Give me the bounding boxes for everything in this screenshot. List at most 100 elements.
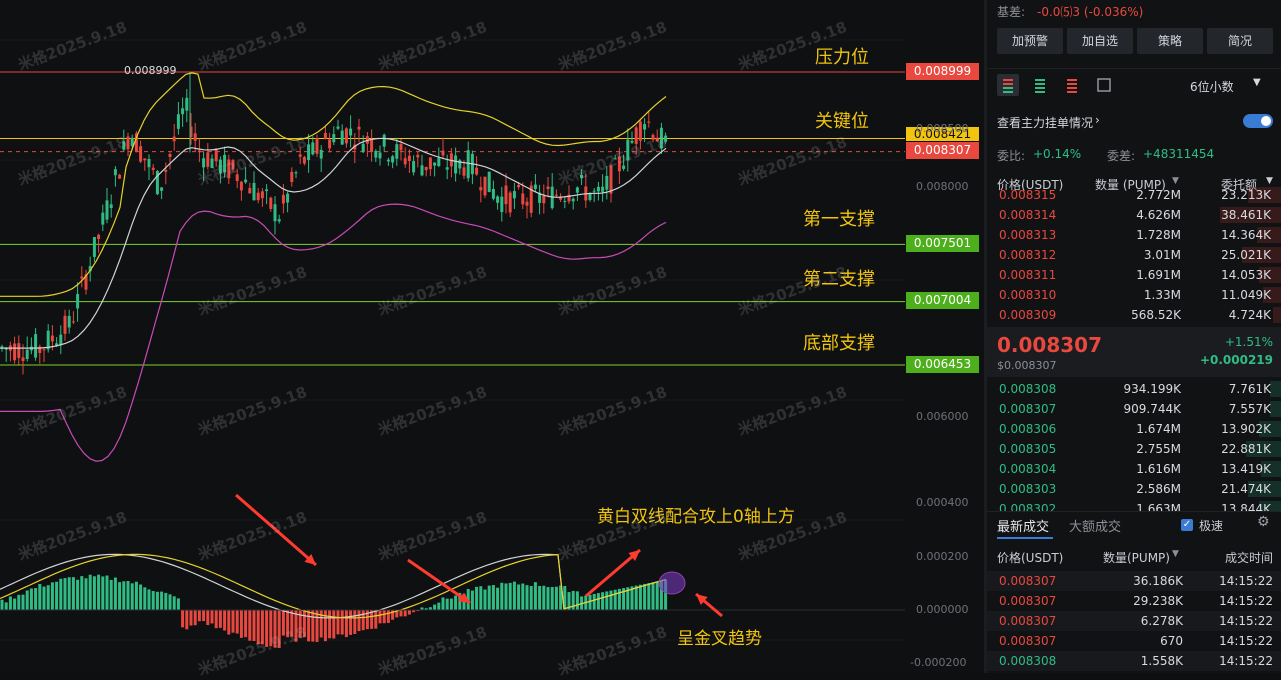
bid-row[interactable]: 0.008308 934.199K 7.761K bbox=[987, 379, 1281, 399]
macd-bar bbox=[349, 610, 353, 635]
depth-chart-icon[interactable] bbox=[1093, 74, 1115, 96]
ask-row[interactable]: 0.008315 2.772M 23.213K bbox=[987, 185, 1281, 205]
bid-price: 0.008307 bbox=[999, 402, 1057, 416]
macd-bar bbox=[252, 610, 256, 642]
candle-body bbox=[25, 349, 29, 359]
candle-body bbox=[176, 114, 180, 129]
candle-body bbox=[164, 170, 168, 172]
strategy-button[interactable]: 策略 bbox=[1137, 28, 1203, 54]
trade-row[interactable]: 0.008307 36.186K 14:15:22 bbox=[987, 571, 1281, 591]
bid-row[interactable]: 0.008303 2.586M 21.474K bbox=[987, 479, 1281, 499]
bid-qty: 2.586M bbox=[1136, 482, 1181, 496]
candle-body bbox=[109, 204, 113, 209]
candle-body bbox=[273, 204, 277, 222]
bid-price: 0.008306 bbox=[999, 422, 1057, 436]
macd-bar bbox=[483, 589, 487, 610]
ask-price: 0.008311 bbox=[999, 268, 1057, 282]
candle-body bbox=[504, 185, 508, 205]
candle-body bbox=[407, 155, 411, 162]
tab-latest-trades[interactable]: 最新成交 bbox=[997, 516, 1049, 535]
candle-body bbox=[601, 186, 605, 192]
macd-bar bbox=[21, 594, 25, 610]
macd-bar bbox=[97, 574, 101, 610]
bid-row[interactable]: 0.008304 1.616M 13.419K bbox=[987, 459, 1281, 479]
candle-body bbox=[281, 194, 285, 204]
macd-bar bbox=[487, 585, 491, 610]
trade-row[interactable]: 0.008308 1.558K 14:15:22 bbox=[987, 651, 1281, 671]
macd-bar bbox=[92, 576, 96, 610]
candle-body bbox=[248, 188, 252, 194]
ask-row[interactable]: 0.008313 1.728M 14.364K bbox=[987, 225, 1281, 245]
macd-bar bbox=[634, 585, 638, 610]
fast-checkbox[interactable]: ✓ bbox=[1181, 519, 1193, 531]
settings-icon[interactable]: ⚙ bbox=[1257, 514, 1270, 530]
ask-row[interactable]: 0.008311 1.691M 14.053K bbox=[987, 265, 1281, 285]
annotation-arrow bbox=[407, 558, 471, 605]
macd-bar bbox=[571, 590, 575, 610]
main-orders-link[interactable]: 查看主力挂单情况 bbox=[997, 114, 1093, 131]
price-chart[interactable]: 0.008999 压力位 关键位 第一支撑 第二支撑 底部支撑 0.008999… bbox=[0, 0, 1179, 679]
macd-bar bbox=[386, 610, 390, 623]
trade-row[interactable]: 0.008307 29.238K 14:15:22 bbox=[987, 591, 1281, 611]
macd-bar bbox=[479, 586, 483, 610]
candle-body bbox=[491, 188, 495, 199]
candle-body bbox=[302, 156, 306, 164]
bottom-support-price-tag: 0.006453 bbox=[906, 356, 979, 373]
book-asks-icon[interactable] bbox=[1061, 74, 1083, 96]
macd-bar bbox=[500, 582, 504, 610]
trade-row[interactable]: 0.008307 6.278K 14:15:22 bbox=[987, 611, 1281, 631]
candle-body bbox=[105, 200, 109, 220]
trade-header-qty[interactable]: 数量(PUMP) bbox=[1103, 549, 1170, 566]
overview-button[interactable]: 简况 bbox=[1207, 28, 1273, 54]
macd-bar bbox=[403, 610, 407, 617]
ask-row[interactable]: 0.008312 3.01M 25.021K bbox=[987, 245, 1281, 265]
candle-body bbox=[454, 155, 458, 174]
tab-large-trades[interactable]: 大额成交 bbox=[1069, 516, 1121, 535]
macd-bar bbox=[38, 583, 42, 610]
add-alert-button[interactable]: 加预警 bbox=[997, 28, 1063, 54]
bid-row[interactable]: 0.008302 1.663M 13.844K bbox=[987, 499, 1281, 511]
candle-body bbox=[420, 165, 424, 176]
ask-row[interactable]: 0.008309 568.52K 4.724K bbox=[987, 305, 1281, 325]
support-2-price-tag: 0.007004 bbox=[906, 292, 979, 309]
bid-row[interactable]: 0.008307 909.744K 7.557K bbox=[987, 399, 1281, 419]
candle-body bbox=[378, 152, 382, 159]
trade-time: 14:15:22 bbox=[1219, 594, 1273, 608]
main-orders-toggle[interactable] bbox=[1243, 114, 1273, 128]
decimal-select[interactable]: 6位小数 bbox=[1190, 78, 1234, 95]
bid-row[interactable]: 0.008305 2.755M 22.881K bbox=[987, 439, 1281, 459]
candle-body bbox=[59, 334, 63, 346]
book-bids-icon[interactable] bbox=[1029, 74, 1051, 96]
diff-label: 委差: bbox=[1107, 149, 1136, 163]
trade-time: 14:15:22 bbox=[1219, 634, 1273, 648]
candle-body bbox=[546, 186, 550, 190]
chevron-down-icon[interactable]: ▼ bbox=[1253, 77, 1261, 88]
macd-bar bbox=[202, 610, 206, 622]
candle-body bbox=[13, 343, 17, 361]
macd-bar bbox=[353, 610, 357, 634]
bid-list: 0.008308 934.199K 7.761K 0.008307 909.744K 7.… bbox=[987, 379, 1281, 511]
candle-body bbox=[214, 148, 218, 162]
trade-row[interactable]: 0.008307 670 14:15:22 bbox=[987, 631, 1281, 651]
bid-row[interactable]: 0.008306 1.674M 13.902K bbox=[987, 419, 1281, 439]
macd-bar bbox=[638, 584, 642, 610]
candle-body bbox=[17, 343, 21, 358]
candle-body bbox=[269, 197, 273, 210]
macd-bar bbox=[42, 586, 46, 610]
candle-body bbox=[374, 150, 378, 158]
ask-row[interactable]: 0.008314 4.626M 38.461K bbox=[987, 205, 1281, 225]
candle-body bbox=[298, 154, 302, 157]
candle-body bbox=[508, 192, 512, 213]
ask-row[interactable]: 0.008310 1.33M 11.049K bbox=[987, 285, 1281, 305]
change-pct: +1.51% bbox=[1224, 335, 1273, 349]
book-both-icon[interactable] bbox=[997, 74, 1019, 96]
candle-body bbox=[21, 357, 25, 362]
add-watchlist-button[interactable]: 加自选 bbox=[1067, 28, 1133, 54]
macd-bar bbox=[437, 602, 441, 610]
trade-time: 14:15:22 bbox=[1219, 574, 1273, 588]
chevron-right-icon: › bbox=[1095, 113, 1100, 127]
trade-header-price: 价格(USDT) bbox=[997, 551, 1064, 565]
macd-bar bbox=[248, 610, 252, 641]
macd-bar bbox=[210, 610, 214, 624]
candle-body bbox=[294, 172, 298, 174]
